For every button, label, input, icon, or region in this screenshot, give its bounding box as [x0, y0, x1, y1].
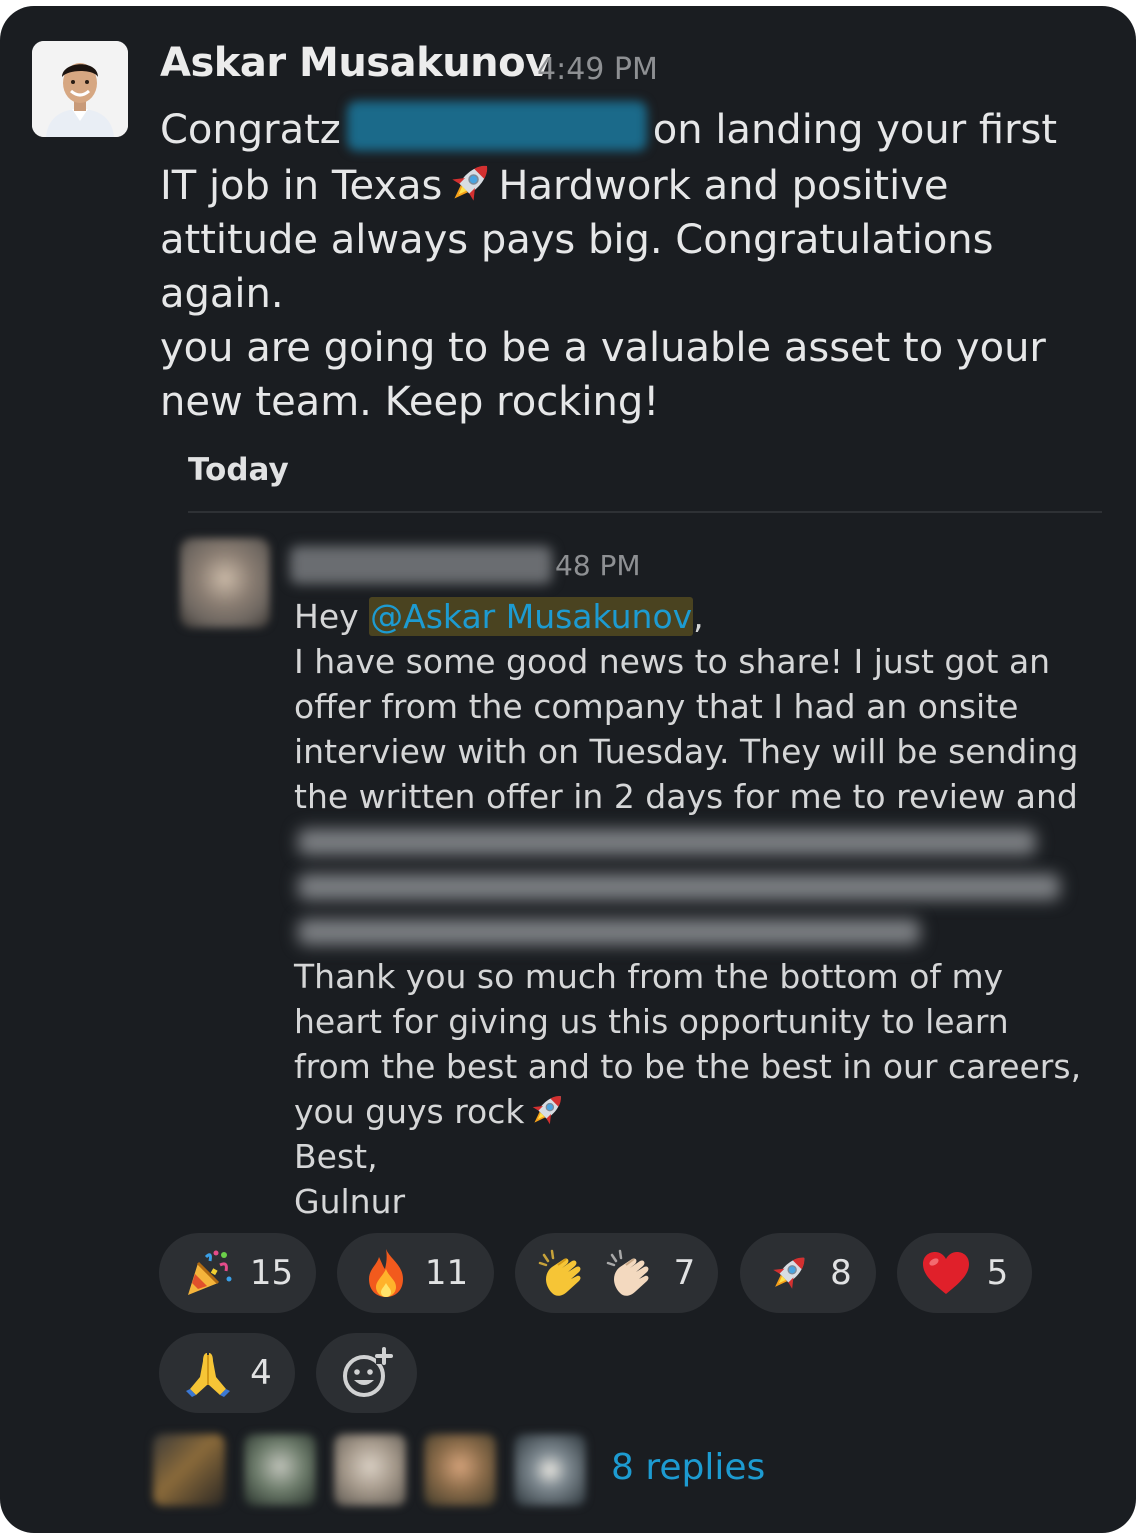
- shared-line: from the best and to be the best in our …: [294, 1047, 1082, 1086]
- folded-hands-icon: [186, 1353, 231, 1397]
- redacted-line: [294, 819, 1084, 864]
- clapping-hands-icon: [538, 1249, 581, 1296]
- date-divider: [188, 511, 1102, 513]
- reply-avatar[interactable]: [334, 1434, 406, 1506]
- message-body: Congratz on landing your first IT job in …: [160, 101, 1105, 429]
- redacted-mention[interactable]: [346, 101, 647, 151]
- shared-author-avatar[interactable]: [180, 538, 270, 628]
- message-line-2: IT job in Texas Hardwork and positive: [160, 157, 1105, 213]
- greeting-text: Hey: [294, 597, 370, 636]
- reaction-count: 8: [830, 1253, 852, 1293]
- add-reaction-icon: [342, 1347, 393, 1397]
- party-popper-icon: [187, 1250, 232, 1295]
- reaction-fire[interactable]: 11: [337, 1233, 494, 1313]
- reaction-count: 4: [250, 1353, 272, 1393]
- shared-line-signature: Gulnur: [294, 1182, 406, 1221]
- message-text: Congratz: [160, 107, 341, 153]
- fire-icon: [368, 1249, 403, 1297]
- redacted-line: [294, 909, 1084, 954]
- message-text: on landing your first: [652, 107, 1058, 153]
- reply-avatar[interactable]: [514, 1434, 586, 1506]
- shared-line: offer from the company that I had an ons…: [294, 687, 1019, 726]
- message-timestamp[interactable]: 4:49 PM: [537, 52, 658, 87]
- author-avatar[interactable]: [32, 41, 128, 137]
- reaction-count: 15: [249, 1253, 294, 1293]
- rocket-icon: [442, 157, 498, 209]
- shared-line-greeting: Hey @Askar Musakunov,: [294, 594, 1084, 639]
- shared-line: heart for giving us this opportunity to …: [294, 1002, 1009, 1041]
- reply-avatar[interactable]: [424, 1434, 496, 1506]
- greeting-comma: ,: [693, 597, 704, 636]
- shared-line: I have some good news to share! I just g…: [294, 642, 1051, 681]
- message-line-4: you are going to be a valuable asset to …: [160, 325, 1046, 371]
- message-line-3: attitude always pays big. Congratulation…: [160, 217, 994, 317]
- user-mention[interactable]: @Askar Musakunov: [369, 597, 694, 636]
- shared-line: the written offer in 2 days for me to re…: [294, 777, 1078, 816]
- reaction-heart[interactable]: 5: [897, 1233, 1032, 1313]
- shared-line-rock: you guys rock: [294, 1089, 1084, 1134]
- reaction-rocket[interactable]: 8: [740, 1233, 876, 1313]
- reaction-count: 11: [424, 1253, 469, 1293]
- message-card: Askar Musakunov 4:49 PM Congratz on landi…: [0, 6, 1136, 1533]
- rocket-icon: [773, 1257, 805, 1289]
- shared-line: Thank you so much from the bottom of my: [294, 957, 1004, 996]
- shared-line: Best,: [294, 1137, 378, 1176]
- reply-avatar[interactable]: [153, 1434, 225, 1506]
- date-divider-label: Today: [188, 452, 289, 488]
- reaction-count: 5: [986, 1253, 1009, 1293]
- shared-message-body: Hey @Askar Musakunov, I have some good n…: [294, 594, 1084, 1224]
- rock-text: you guys rock: [294, 1092, 525, 1131]
- message-text: Hardwork and positive: [498, 163, 949, 209]
- redacted-text-blur: [298, 874, 1060, 900]
- redacted-text-blur: [298, 829, 1036, 855]
- message-line-1: Congratz on landing your first: [160, 101, 1105, 157]
- message-line-5: new team. Keep rocking!: [160, 379, 660, 425]
- shared-line: interview with on Tuesday. They will be …: [294, 732, 1079, 771]
- red-heart-icon: [922, 1252, 969, 1294]
- reply-avatar[interactable]: [244, 1434, 316, 1506]
- message-text: IT job in Texas: [160, 163, 443, 209]
- add-reaction-button[interactable]: [316, 1333, 417, 1413]
- reaction-count: 7: [673, 1253, 696, 1293]
- thread-replies-link[interactable]: 8 replies: [611, 1447, 765, 1488]
- shared-message-timestamp[interactable]: 48 PM: [555, 549, 641, 582]
- redacted-text-blur: [298, 919, 920, 945]
- redacted-line: [294, 864, 1084, 909]
- rocket-icon: [524, 1089, 570, 1131]
- reaction-party-popper[interactable]: 15: [159, 1233, 316, 1313]
- reaction-folded-hands[interactable]: 4: [159, 1333, 295, 1413]
- reaction-clapping-hands[interactable]: 7: [515, 1233, 718, 1313]
- author-name[interactable]: Askar Musakunov: [160, 40, 551, 86]
- clapping-hands-light-icon: [606, 1249, 649, 1296]
- redacted-shared-author-name[interactable]: [290, 546, 552, 584]
